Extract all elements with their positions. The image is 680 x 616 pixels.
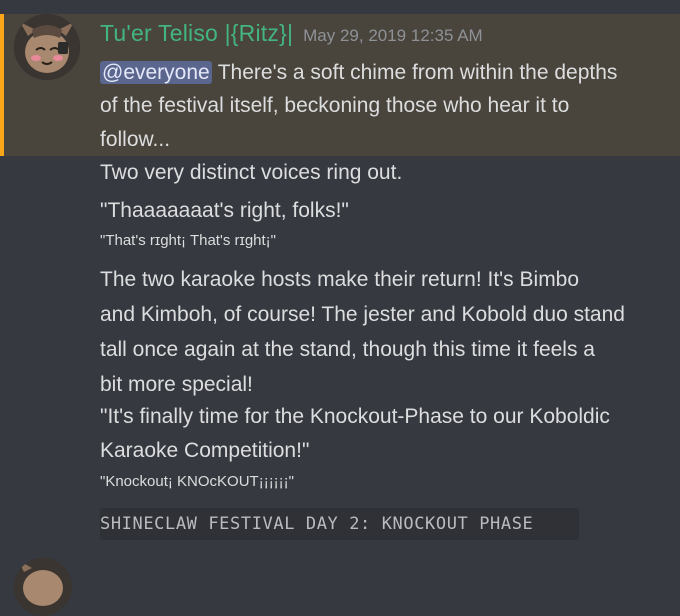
next-message-avatar[interactable]	[14, 558, 72, 616]
everyone-mention[interactable]: @everyone	[100, 61, 212, 84]
message-timestamp: May 29, 2019 12:35 AM	[303, 26, 483, 45]
author-username[interactable]: Tu'er Teliso |{Ritz}|	[100, 20, 293, 46]
kobold-avatar-icon	[14, 14, 80, 80]
message-line: Two very distinct voices ring out.	[100, 161, 403, 184]
message-line: @everyone There's a soft chime from withi…	[100, 59, 617, 87]
message-line: The two karaoke hosts make their return!…	[100, 268, 580, 291]
user-avatar[interactable]	[14, 14, 80, 80]
code-block: SHINECLAW FESTIVAL DAY 2: KNOCKOUT PHASE	[100, 508, 579, 540]
message-line: follow...	[100, 128, 171, 151]
kobold-avatar-icon	[14, 558, 72, 616]
message-line: "Thaaaaaaat's right, folks!"	[100, 199, 349, 222]
message-line: and Kimboh, of course! The jester and Ko…	[100, 303, 625, 326]
message-line: of the festival itself, beckoning those …	[100, 94, 570, 117]
message-line-small: "Knockout¡ KNOcKOUT¡¡¡¡¡¡"	[100, 473, 294, 490]
message-line-text: There's a soft chime from within the dep…	[217, 61, 618, 84]
message-line: tall once again at the stand, though thi…	[100, 338, 595, 361]
message-header: Tu'er Teliso |{Ritz}| May 29, 2019 12:35 …	[100, 20, 483, 52]
message-line: bit more special!	[100, 373, 253, 396]
code-text: SHINECLAW FESTIVAL DAY 2: KNOCKOUT PHASE	[100, 514, 534, 534]
message-line-small: "That's rɪght¡ That's rɪght¡"	[100, 232, 277, 249]
message-line: "It's finally time for the Knockout-Phas…	[100, 405, 610, 428]
message-line: Karaoke Competition!"	[100, 439, 310, 462]
